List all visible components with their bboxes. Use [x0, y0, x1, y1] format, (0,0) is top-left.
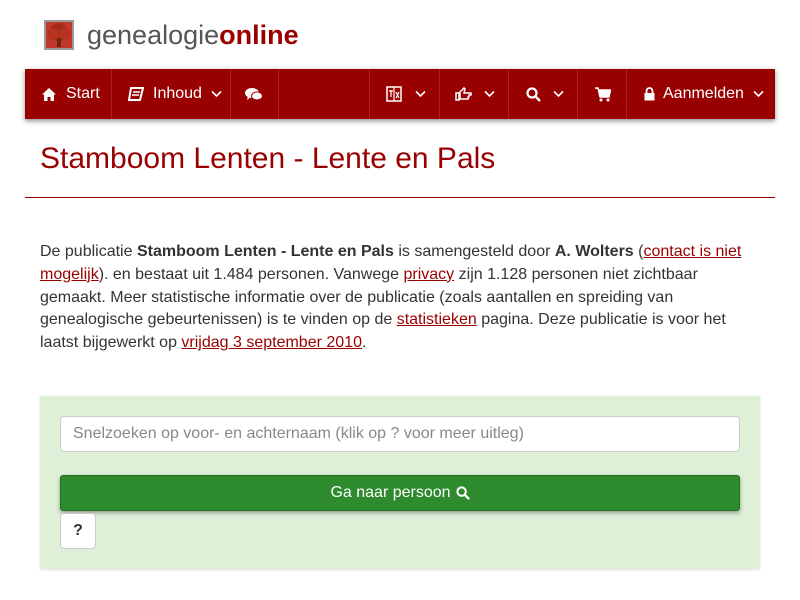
chevron-down-icon	[484, 90, 495, 98]
nav-inhoud[interactable]: Inhoud	[112, 69, 231, 119]
quick-search-input[interactable]	[60, 416, 740, 452]
brand-name-part2: online	[219, 20, 299, 50]
brand-name-part1: genealogie	[87, 20, 220, 50]
publication-name: Stamboom Lenten - Lente en Pals	[136, 243, 394, 260]
book-icon	[127, 85, 145, 103]
nav-login-label: Aanmelden	[663, 85, 744, 102]
chevron-down-icon	[415, 90, 426, 98]
go-to-person-button[interactable]: Ga naar persoon	[60, 475, 740, 511]
intro-text: .	[361, 334, 367, 352]
intro-text: is samengesteld door	[393, 243, 555, 260]
intro-text: ). en bestaat uit 1.484 personen. Vanweg…	[98, 265, 404, 283]
chevron-down-icon	[211, 90, 222, 98]
quick-search-panel: Ga naar persoon ?	[40, 396, 760, 569]
main-navbar: Start Inhoud Aanmelden	[25, 69, 775, 119]
nav-share[interactable]	[440, 69, 509, 119]
hand-point-icon	[455, 85, 473, 103]
nav-cart[interactable]	[578, 69, 627, 119]
search-help-button[interactable]: ?	[60, 513, 96, 549]
nav-start[interactable]: Start	[25, 69, 112, 119]
nav-search[interactable]	[509, 69, 578, 119]
search-icon	[524, 85, 542, 103]
go-to-person-label: Ga naar persoon	[330, 484, 451, 501]
publication-description: De publicatie Stamboom Lenten - Lente en…	[40, 241, 752, 355]
comments-icon	[245, 85, 263, 103]
language-icon	[385, 85, 403, 103]
search-icon	[455, 486, 470, 500]
tree-icon	[44, 20, 74, 50]
lock-icon	[643, 85, 655, 103]
last-updated-link[interactable]: vrijdag 3 september 2010	[181, 334, 362, 351]
chevron-down-icon	[753, 90, 764, 98]
nav-login[interactable]: Aanmelden	[627, 69, 775, 119]
brand-name: genealogieonline	[87, 18, 299, 52]
intro-text: De publicatie	[40, 243, 137, 260]
cart-icon	[594, 85, 612, 103]
home-icon	[40, 85, 58, 103]
nav-language[interactable]	[370, 69, 440, 119]
nav-inhoud-label: Inhoud	[153, 85, 202, 102]
nav-start-label: Start	[66, 85, 100, 102]
brand[interactable]: genealogieonline	[44, 18, 299, 52]
statistics-link[interactable]: statistieken	[397, 311, 477, 328]
nav-spacer	[279, 69, 370, 119]
title-divider	[25, 197, 775, 198]
privacy-link[interactable]: privacy	[404, 266, 455, 283]
chevron-down-icon	[553, 90, 564, 98]
nav-forum[interactable]	[231, 69, 279, 119]
author-name: A. Wolters	[554, 243, 634, 260]
page-title: Stamboom Lenten - Lente en Pals	[40, 142, 496, 175]
